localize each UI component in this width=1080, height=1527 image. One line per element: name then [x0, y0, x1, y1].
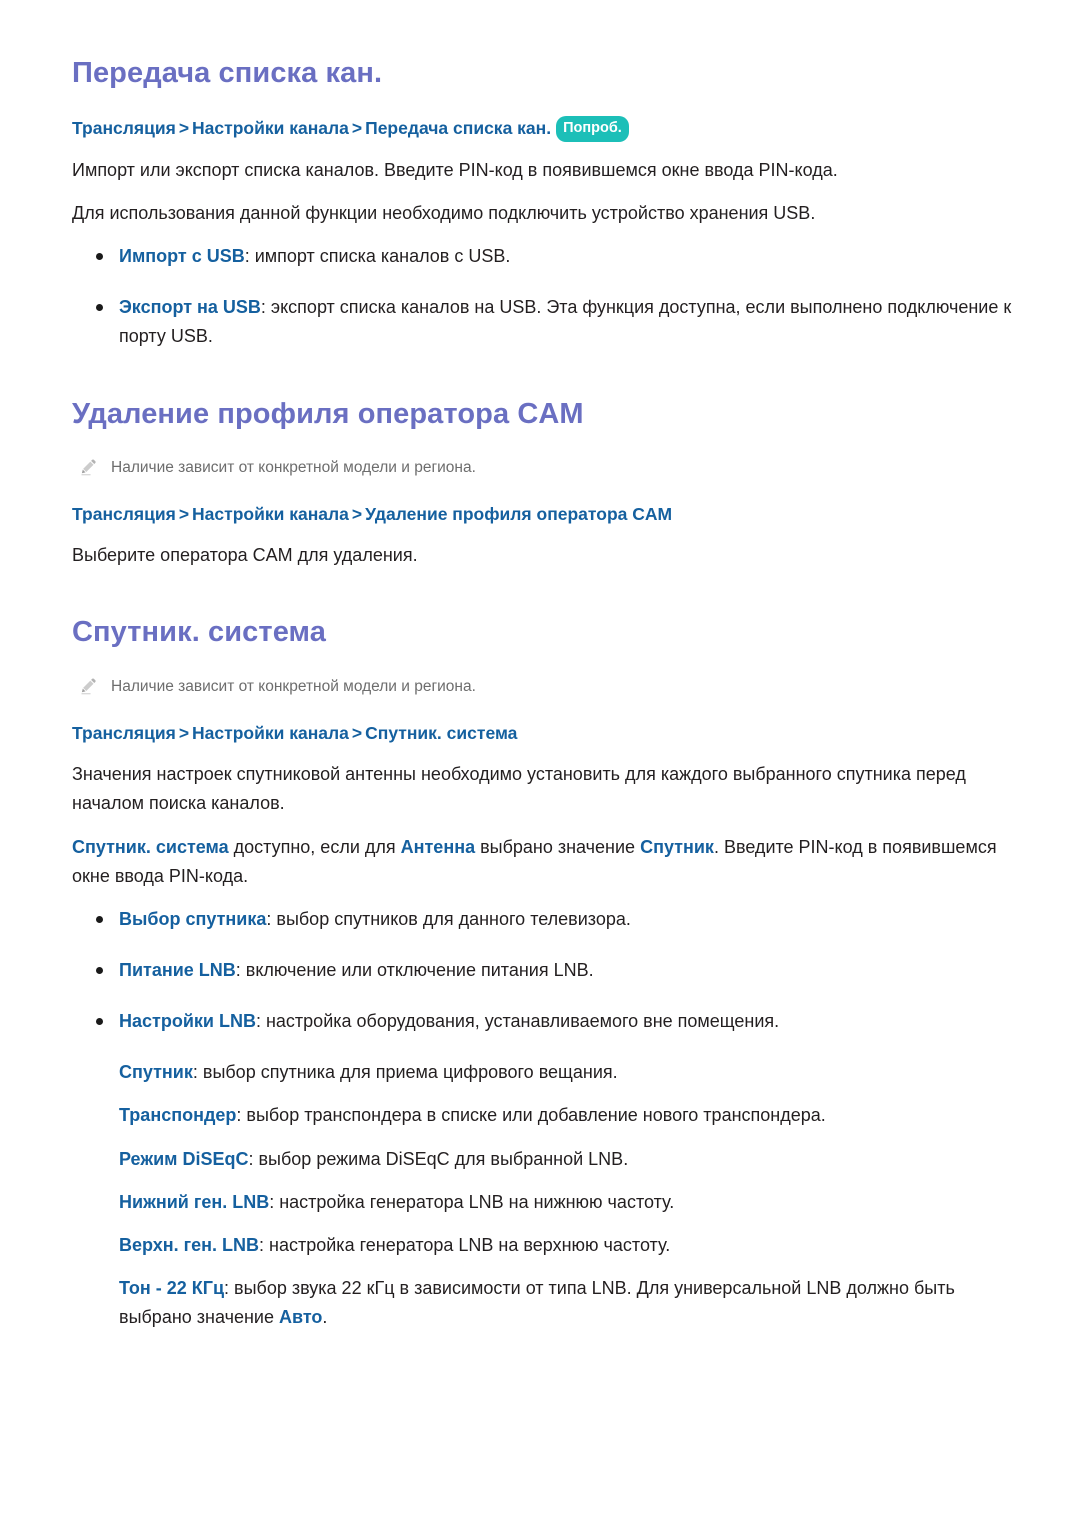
- breadcrumb: Трансляция > Настройки канала > Спутник. сис…: [72, 720, 1020, 746]
- list-item-term[interactable]: Выбор спутника: [119, 909, 266, 929]
- paragraph-satellite-availability: Спутник. система доступно, если для Анте…: [72, 833, 1020, 891]
- list-item: Импорт с USB: импорт списка каналов с US…: [72, 242, 1020, 271]
- breadcrumb: Трансляция > Настройки канала > Удаление про…: [72, 501, 1020, 527]
- list-item-description: : настройка генератора LNB на верхнюю ча…: [259, 1234, 671, 1255]
- list-item: Настройки LNB: настройка оборудования, у…: [72, 1007, 1020, 1036]
- page-title: Удаление профиля оператора CAM: [72, 397, 584, 430]
- availability-mid-2: выбрано значение: [475, 836, 641, 857]
- pencil-icon: [80, 677, 99, 696]
- list-item-term[interactable]: Тон - 22 КГц: [119, 1278, 224, 1298]
- list-item: Спутник: выбор спутника для приема цифро…: [72, 1058, 1020, 1087]
- section-cam-operator-profile-delete: Удаление профиля оператора CAM Наличие з…: [72, 396, 1020, 571]
- breadcrumb-item-1[interactable]: Трансляция: [72, 723, 176, 743]
- breadcrumb-separator: >: [178, 504, 190, 525]
- list-item-term[interactable]: Верхн. ген. LNB: [119, 1235, 259, 1255]
- list-item: Экспорт на USB: экспорт списка каналов н…: [72, 293, 1020, 351]
- breadcrumb-item-1[interactable]: Трансляция: [72, 504, 176, 524]
- keyword-satellite-system[interactable]: Спутник. система: [72, 837, 229, 857]
- breadcrumb-separator: >: [351, 722, 363, 743]
- list-item: Верхн. ген. LNB: настройка генератора LN…: [72, 1231, 1020, 1260]
- list-item-term[interactable]: Нижний ген. LNB: [119, 1192, 269, 1212]
- availability-note-text: Наличие зависит от конкретной модели и р…: [111, 458, 476, 476]
- list-item-description: : выбор спутника для приема цифрового ве…: [192, 1062, 618, 1083]
- document-page: Передача списка кан. Трансляция > Настройк…: [0, 0, 1080, 1527]
- list-item: Транспондер: выбор транспондера в списке…: [72, 1101, 1020, 1130]
- availability-mid-1: доступно, если для: [228, 836, 401, 857]
- keyword-auto[interactable]: Авто: [279, 1307, 322, 1327]
- paragraph-import-export: Импорт или экспорт списка каналов. Введи…: [72, 159, 838, 180]
- list-item: Режим DiSEqC: выбор режима DiSEqC для вы…: [72, 1145, 1020, 1174]
- list-item-description: : включение или отключение питания LNB.: [235, 959, 594, 980]
- list-item-term[interactable]: Экспорт на USB: [119, 297, 261, 317]
- list-item-description: : выбор транспондера в списке или добавл…: [236, 1105, 826, 1126]
- list-item-description: : выбор спутников для данного телевизора…: [266, 908, 631, 929]
- keyword-satellite[interactable]: Спутник: [640, 837, 714, 857]
- breadcrumb-item-2[interactable]: Настройки канала: [192, 723, 349, 743]
- list-item-description: : выбор звука 22 кГц в зависимости от ти…: [119, 1278, 955, 1328]
- paragraph-select-cam-operator: Выберите оператора CAM для удаления.: [72, 545, 418, 566]
- list-item: Нижний ген. LNB: настройка генератора LN…: [72, 1188, 1020, 1217]
- try-now-badge[interactable]: Попроб.: [556, 116, 629, 142]
- page-title: Спутник. система: [72, 616, 326, 649]
- availability-note-text: Наличие зависит от конкретной модели и р…: [111, 677, 476, 695]
- breadcrumb-item-2[interactable]: Настройки канала: [192, 118, 349, 138]
- breadcrumb-separator: >: [351, 118, 363, 139]
- list-item-description: : выбор режима DiSEqC для выбранной LNB.: [248, 1148, 629, 1169]
- breadcrumb: Трансляция > Настройки канала > Передача спи…: [72, 115, 1020, 142]
- list-item-term[interactable]: Питание LNB: [119, 960, 236, 980]
- list-item-term[interactable]: Импорт с USB: [119, 246, 245, 266]
- list-item: Питание LNB: включение или отключение пи…: [72, 956, 1020, 985]
- list-item-term[interactable]: Режим DiSEqC: [119, 1149, 248, 1169]
- list-item-term[interactable]: Спутник: [119, 1062, 193, 1082]
- list-item-description: : импорт списка каналов с USB.: [244, 246, 511, 267]
- availability-note: Наличие зависит от конкретной модели и р…: [80, 456, 1020, 479]
- list-item-description: : настройка оборудования, устанавливаемо…: [255, 1011, 780, 1032]
- list-item-description: : настройка генератора LNB на нижнюю час…: [269, 1191, 675, 1212]
- paragraph-satellite-intro: Значения настроек спутниковой антенны не…: [72, 764, 966, 814]
- list-item-term[interactable]: Настройки LNB: [119, 1011, 256, 1031]
- breadcrumb-item-3[interactable]: Передача списка кан.: [365, 118, 551, 138]
- section-satellite-system: Спутник. система Наличие зависит от конк…: [72, 614, 1020, 1332]
- breadcrumb-item-1[interactable]: Трансляция: [72, 118, 176, 138]
- paragraph-usb-requirement: Для использования данной функции необход…: [72, 202, 816, 223]
- pencil-icon: [80, 458, 99, 477]
- bullet-list-satellite-options: Выбор спутника: выбор спутников для данн…: [72, 905, 1020, 1333]
- list-item-tone: Тон - 22 КГц: выбор звука 22 кГц в завис…: [72, 1274, 1020, 1332]
- availability-note: Наличие зависит от конкретной модели и р…: [80, 675, 1020, 698]
- list-item: Выбор спутника: выбор спутников для данн…: [72, 905, 1020, 934]
- list-item-term[interactable]: Транспондер: [119, 1105, 236, 1125]
- bullet-list-usb-options: Импорт с USB: импорт списка каналов с US…: [72, 242, 1020, 351]
- page-title: Передача списка кан.: [72, 57, 383, 89]
- list-item-description-tail: .: [322, 1307, 328, 1328]
- breadcrumb-separator: >: [351, 504, 363, 525]
- breadcrumb-item-3[interactable]: Спутник. система: [365, 723, 517, 743]
- breadcrumb-separator: >: [178, 118, 190, 139]
- section-channel-list-transfer: Передача списка кан. Трансляция > Настройк…: [72, 55, 1020, 352]
- breadcrumb-item-2[interactable]: Настройки канала: [192, 504, 349, 524]
- keyword-antenna[interactable]: Антенна: [401, 837, 475, 857]
- breadcrumb-item-3[interactable]: Удаление профиля оператора CAM: [365, 504, 672, 524]
- breadcrumb-separator: >: [178, 722, 190, 743]
